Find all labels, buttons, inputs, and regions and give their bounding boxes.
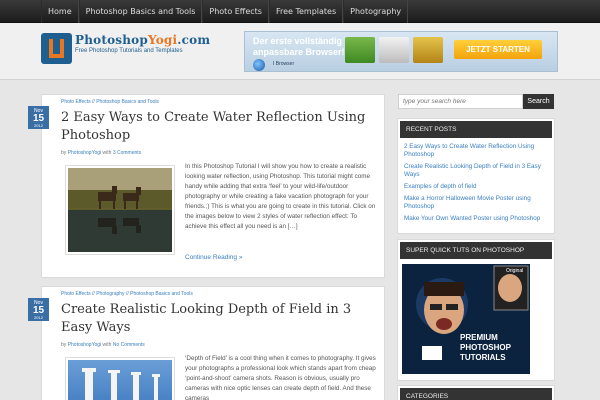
post-card: Nov 15 2012 Photo Effects // Photography… xyxy=(28,286,385,400)
banner-product-icon xyxy=(379,37,409,63)
banner-brand: I Browser xyxy=(273,61,295,67)
widget-title: SUPER QUICK TUTS ON PHOTOSHOP xyxy=(400,242,552,259)
nav-item-photography[interactable]: Photography xyxy=(343,0,409,23)
svg-text:Original: Original xyxy=(506,268,523,274)
banner-cta-button[interactable]: JETZT STARTEN xyxy=(454,40,542,59)
banner-product-icon xyxy=(345,37,375,63)
svg-text:PREMIUM: PREMIUM xyxy=(460,333,498,342)
site-logo[interactable]: PhotoshopYogi.com Free Photoshop Tutoria… xyxy=(41,33,210,64)
categories-widget: CATEGORIES xyxy=(397,385,555,400)
ad-banner[interactable]: Der erste vollständig anpassbare Browser… xyxy=(244,31,558,72)
logo-title: PhotoshopYogi.com xyxy=(75,33,211,47)
nav-menu: Home Photoshop Basics and Tools Photo Ef… xyxy=(41,0,409,23)
recent-post-link[interactable]: Examples of depth of field xyxy=(404,181,548,193)
columns-depth-image xyxy=(82,368,160,400)
svg-text:TUTORIALS: TUTORIALS xyxy=(460,353,506,362)
post-comments-link[interactable]: 3 Comments xyxy=(113,150,141,156)
nav-item-photoshop-basics[interactable]: Photoshop Basics and Tools xyxy=(78,0,203,23)
promo-artwork: PREMIUM PHOTOSHOP TUTORIALS Original xyxy=(402,264,530,374)
post-excerpt: ‘Depth of Field’ is a cool thing when it… xyxy=(185,355,376,400)
recent-post-link[interactable]: Make Your Own Wanted Poster using Photos… xyxy=(404,213,548,225)
widget-title: RECENT POSTS xyxy=(400,121,552,138)
horses-reflection-image xyxy=(68,168,172,252)
post-card: Nov 15 2012 Photo Effects // Photoshop B… xyxy=(28,94,385,278)
post-title[interactable]: 2 Easy Ways to Create Water Reflection U… xyxy=(61,109,379,145)
banner-product-icon xyxy=(413,37,443,63)
banner-line-1: Der erste vollständig xyxy=(253,36,343,46)
post-author-link[interactable]: PhotoshopYogi xyxy=(68,342,101,348)
premium-tutorials-image[interactable]: PREMIUM PHOTOSHOP TUTORIALS Original xyxy=(402,264,530,374)
search-button[interactable]: Search xyxy=(523,94,554,109)
top-navigation: Home Photoshop Basics and Tools Photo Ef… xyxy=(0,0,600,23)
post-categories[interactable]: Photo Effects // Photoshop Basics and To… xyxy=(61,99,159,105)
quick-tuts-widget: SUPER QUICK TUTS ON PHOTOSHOP PREMIUM PH… xyxy=(397,239,555,381)
continue-reading-link[interactable]: Continue Reading » xyxy=(185,254,242,261)
nav-item-free-templates[interactable]: Free Templates xyxy=(268,0,344,23)
post-date-badge: Nov 15 2012 xyxy=(28,106,49,129)
browser-globe-icon xyxy=(253,59,265,71)
post-meta: by PhotoshopYogi with No Comments xyxy=(61,342,145,348)
post-meta: by PhotoshopYogi with 3 Comments xyxy=(61,150,142,156)
recent-post-link[interactable]: 2 Easy Ways to Create Water Reflection U… xyxy=(404,141,548,161)
post-excerpt: In this Photoshop Tutorial I will show y… xyxy=(185,163,376,230)
post-categories[interactable]: Photo Effects // Photography // Photosho… xyxy=(61,291,193,297)
svg-text:PHOTOSHOP: PHOTOSHOP xyxy=(460,343,512,352)
logo-subtitle: Free Photoshop Tutorials and Templates xyxy=(75,48,183,54)
logo-icon xyxy=(41,33,72,64)
search-input[interactable] xyxy=(398,94,523,109)
site-header: PhotoshopYogi.com Free Photoshop Tutoria… xyxy=(0,23,600,80)
recent-post-link[interactable]: Make a Horror Halloween Movie Poster usi… xyxy=(404,193,548,213)
post-date-badge: Nov 15 2012 xyxy=(28,298,49,321)
post-comments-link[interactable]: No Comments xyxy=(113,342,145,348)
search-form: Search xyxy=(398,94,554,109)
nav-item-photo-effects[interactable]: Photo Effects xyxy=(202,0,269,23)
recent-posts-widget: RECENT POSTS 2 Easy Ways to Create Water… xyxy=(397,118,555,234)
recent-post-link[interactable]: Create Realistic Looking Depth of Field … xyxy=(404,161,548,181)
post-thumbnail[interactable] xyxy=(65,165,175,255)
banner-line-2: anpassbare Browser! xyxy=(253,47,345,57)
post-thumbnail[interactable] xyxy=(65,357,175,400)
post-author-link[interactable]: PhotoshopYogi xyxy=(68,150,101,156)
nav-item-home[interactable]: Home xyxy=(41,0,79,23)
widget-title: CATEGORIES xyxy=(400,388,552,400)
post-title[interactable]: Create Realistic Looking Depth of Field … xyxy=(61,301,379,337)
